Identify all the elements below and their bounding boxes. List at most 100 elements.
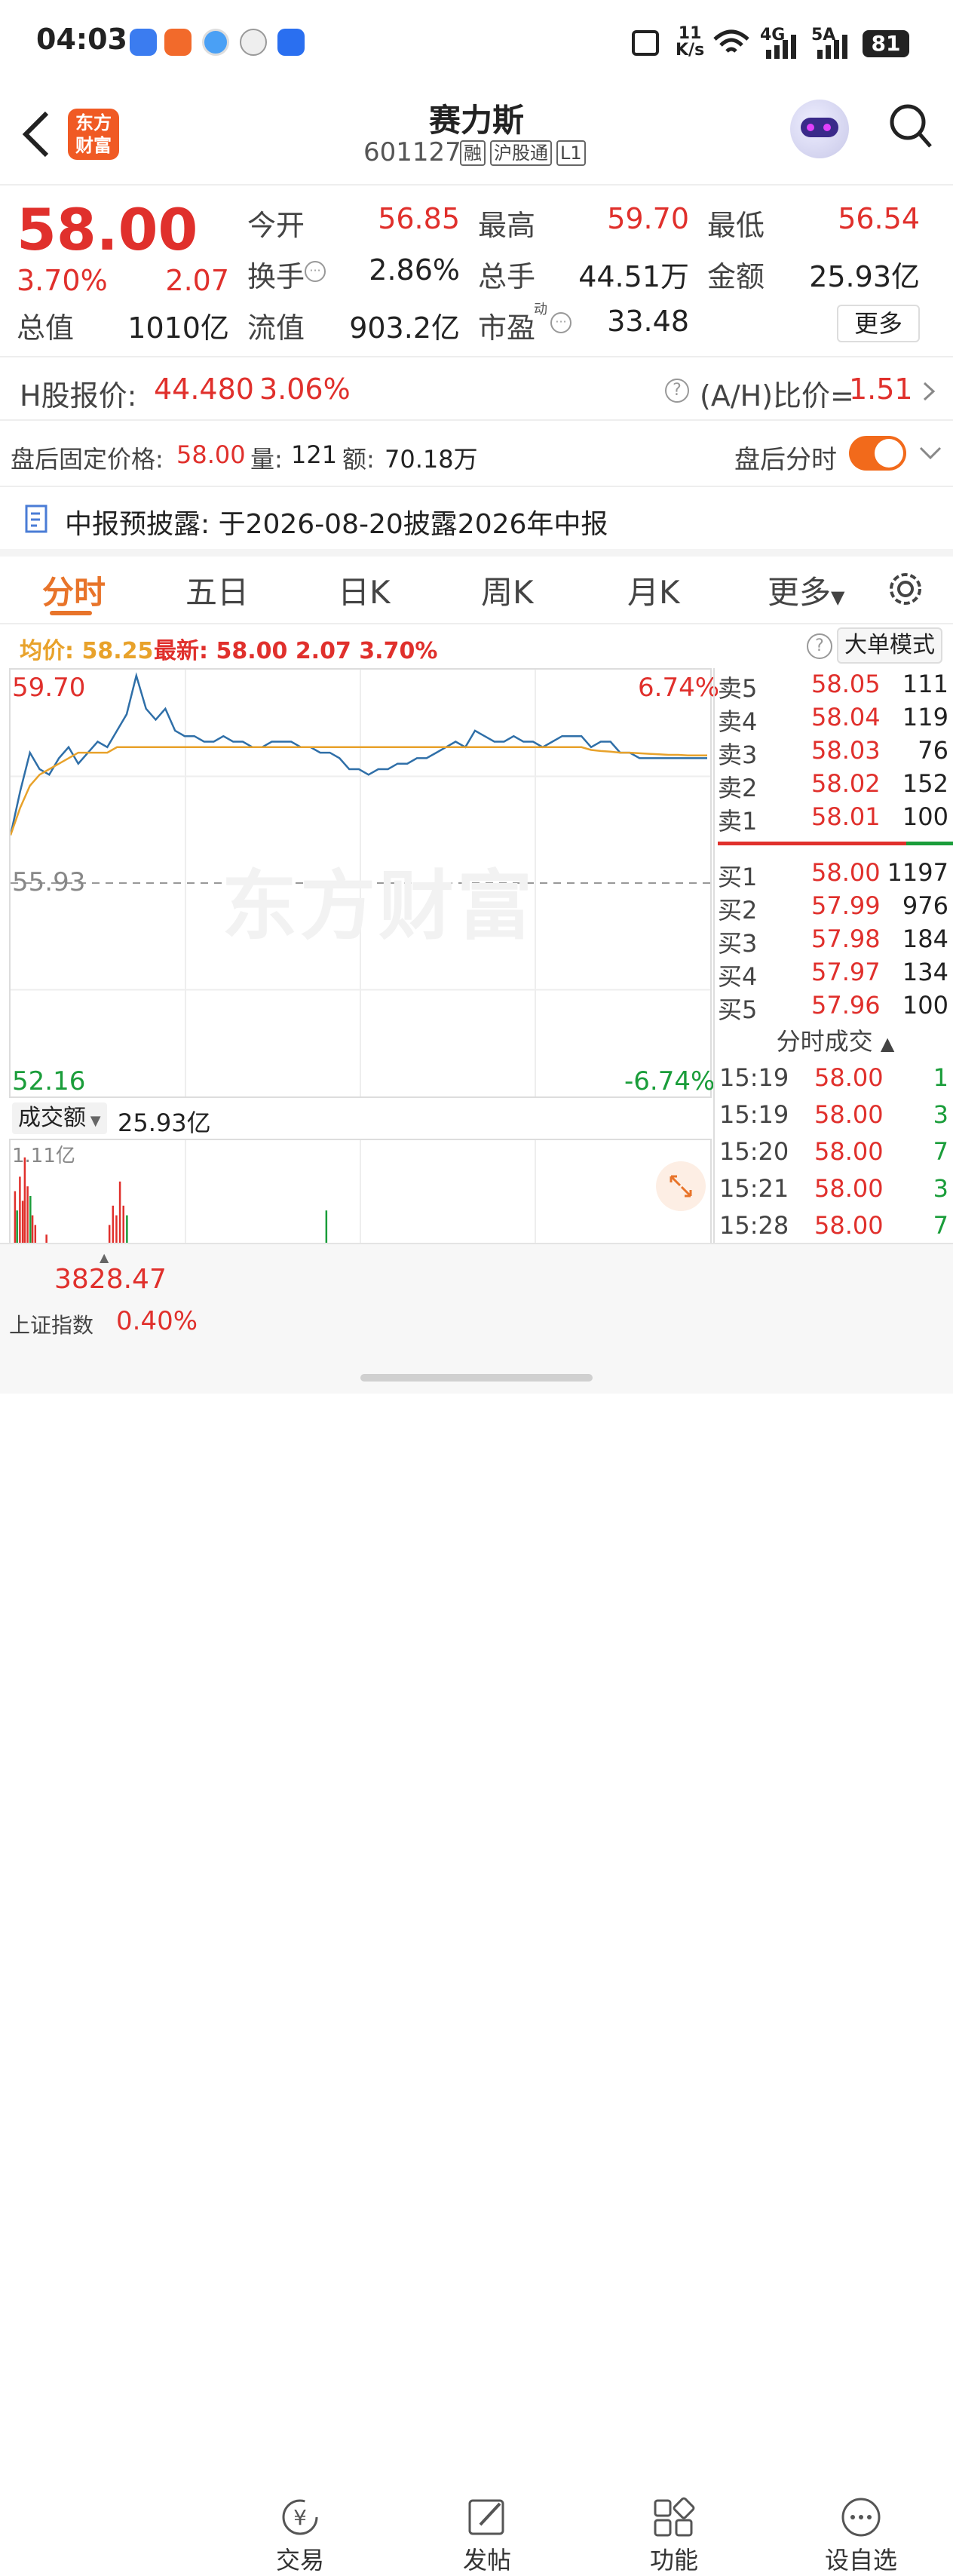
volume-bar (23, 1157, 26, 1243)
afterhours-row: 盘后固定价格: 58.00 量: 121 额: 70.18万 盘后分时 (0, 421, 953, 486)
bid-row[interactable]: 买1 58.00 1197 (718, 858, 953, 891)
volume-bar (19, 1176, 21, 1243)
bid-row[interactable]: 买5 57.96 100 (718, 991, 953, 1024)
home-indicator (360, 1374, 593, 1382)
chevron-down-icon[interactable] (918, 445, 942, 462)
ob-volume: 119 (902, 703, 948, 731)
tick-price: 58.00 (814, 1063, 884, 1092)
afterhours-amt: 70.18万 (385, 445, 478, 474)
tick-price: 58.00 (814, 1100, 884, 1129)
index-value[interactable]: 3828.47 (54, 1264, 167, 1295)
report-notice[interactable]: 中报预披露: 于2026-08-20披露2026年中报 (0, 487, 953, 549)
ticks-header[interactable]: 分时成交 ▲ (718, 1023, 953, 1060)
afterhours-price-label: 盘后固定价格: (11, 445, 164, 474)
more-quote-button[interactable]: 更多 (837, 305, 920, 342)
big-order-mode-button[interactable]: 大单模式 (837, 627, 942, 664)
nav-add-watchlist[interactable]: 设自选 (801, 2496, 921, 2576)
tab-intraday[interactable]: 分时 (42, 567, 106, 613)
open-label: 今开 (247, 209, 305, 242)
chart-help-icon[interactable]: ? (807, 633, 832, 659)
tab-daily-k[interactable]: 日K (338, 567, 391, 613)
y-max-label: 59.70 (12, 673, 86, 703)
y-min-pct-label: -6.74% (624, 1066, 716, 1096)
settings-gear-icon[interactable] (887, 570, 924, 608)
ob-price: 57.98 (811, 925, 881, 953)
volume-bar (118, 1181, 121, 1243)
volume-bar (26, 1186, 29, 1243)
bid-row[interactable]: 买2 57.99 976 (718, 891, 953, 925)
tab-more-label: 更多 (768, 574, 832, 611)
price-chart[interactable]: 东方财富 59.70 6.74% 55.93 52.16 -6.74% (9, 668, 719, 1098)
tick-volume: 7 (933, 1211, 948, 1240)
tick-price: 58.00 (814, 1211, 884, 1240)
avg-price-line (11, 746, 707, 836)
tick-row: 15:19 58.00 3 (718, 1100, 953, 1137)
tick-volume: 3 (933, 1100, 948, 1129)
open-value: 56.85 (378, 202, 460, 235)
volume-bar (45, 1234, 47, 1243)
latest-group: 最新: 58.00 2.07 3.70% (154, 632, 437, 665)
ah-ratio-value: 1.51 (849, 373, 913, 406)
nav-functions[interactable]: 功能 (614, 2496, 734, 2576)
app-icon-2 (240, 29, 267, 56)
tab-five-day[interactable]: 五日 (185, 567, 249, 613)
hshare-row[interactable]: H股报价: 44.480 3.06% ? (A/H)比价= 1.51 (0, 357, 953, 419)
afterhours-toggle[interactable] (849, 436, 906, 471)
ob-level: 买1 (718, 863, 758, 891)
badge-2: L1 (556, 140, 586, 166)
status-bar: 04:03 11 K/s 4G 5A 81 (0, 0, 953, 83)
pe-info-icon[interactable]: ··· (550, 312, 571, 333)
bid-row[interactable]: 买3 57.98 184 (718, 925, 953, 958)
document-icon (25, 504, 47, 533)
badge-0: 融 (460, 140, 486, 166)
amount-value: 25.93亿 (809, 260, 920, 293)
info-icon[interactable]: ··· (305, 261, 326, 282)
ob-price: 58.04 (811, 703, 881, 731)
ob-level: 卖3 (718, 741, 758, 769)
help-icon[interactable]: ? (665, 379, 689, 403)
chart-info-row: 均价: 58.25 最新: 58.00 2.07 3.70% ? 大单模式 (0, 624, 953, 667)
ob-level: 买3 (718, 929, 758, 958)
ask-row[interactable]: 卖3 58.03 76 (718, 736, 953, 769)
ob-level: 卖5 (718, 674, 758, 703)
tab-more[interactable]: 更多▼ (768, 567, 844, 613)
ask-row[interactable]: 卖5 58.05 111 (718, 670, 953, 703)
tick-time: 15:20 (719, 1137, 789, 1166)
turnover-value: 2.86% (369, 253, 460, 287)
ask-row[interactable]: 卖2 58.02 152 (718, 769, 953, 802)
tab-weekly-k[interactable]: 周K (481, 567, 534, 613)
avg-value: 58.25 (81, 638, 154, 664)
afterhours-toggle-label: 盘后分时 (734, 445, 837, 475)
volume-chart[interactable]: 1.11亿 (9, 1139, 712, 1243)
nav-post[interactable]: 发帖 (427, 2496, 547, 2576)
tab-monthly-k[interactable]: 月K (627, 567, 680, 613)
price-line (11, 672, 707, 836)
wifi-icon (713, 29, 749, 53)
expand-icon[interactable] (656, 1161, 706, 1211)
pe-dynamic-mark: 动 (534, 302, 547, 317)
stock-header: 东方 财富 赛力斯 601127 融沪股通 L1 (0, 83, 953, 185)
robot-assistant-icon[interactable] (790, 100, 849, 158)
ob-level: 卖1 (718, 807, 758, 836)
notice-text: 中报预披露: 于2026-08-20披露2026年中报 (65, 509, 608, 540)
nav-trade[interactable]: ¥ 交易 (240, 2496, 360, 2576)
volume-bar (14, 1191, 17, 1243)
volume-selector[interactable]: 成交额 ▼ (12, 1102, 107, 1134)
ob-level: 买4 (718, 962, 758, 991)
ticks-title: 分时成交 (776, 1027, 873, 1056)
search-icon[interactable] (888, 103, 933, 151)
index-name[interactable]: 上证指数 (9, 1309, 93, 1339)
ask-row[interactable]: 卖1 58.01 100 (718, 802, 953, 836)
ask-row[interactable]: 卖4 58.04 119 (718, 703, 953, 736)
caret-down-icon: ▼ (831, 587, 845, 608)
grid-icon (654, 2497, 695, 2537)
ob-level: 买5 (718, 995, 758, 1024)
ah-ratio-label: (A/H)比价= (700, 379, 854, 412)
bid-row[interactable]: 买4 57.97 134 (718, 958, 953, 991)
avg-price-group: 均价: 58.25 (20, 632, 153, 665)
pe-label: 市盈 (478, 311, 536, 345)
avg-label: 均价: (20, 638, 74, 664)
ob-volume: 111 (902, 670, 948, 698)
volume-bar (115, 1215, 118, 1243)
svg-text:¥: ¥ (293, 2505, 307, 2530)
